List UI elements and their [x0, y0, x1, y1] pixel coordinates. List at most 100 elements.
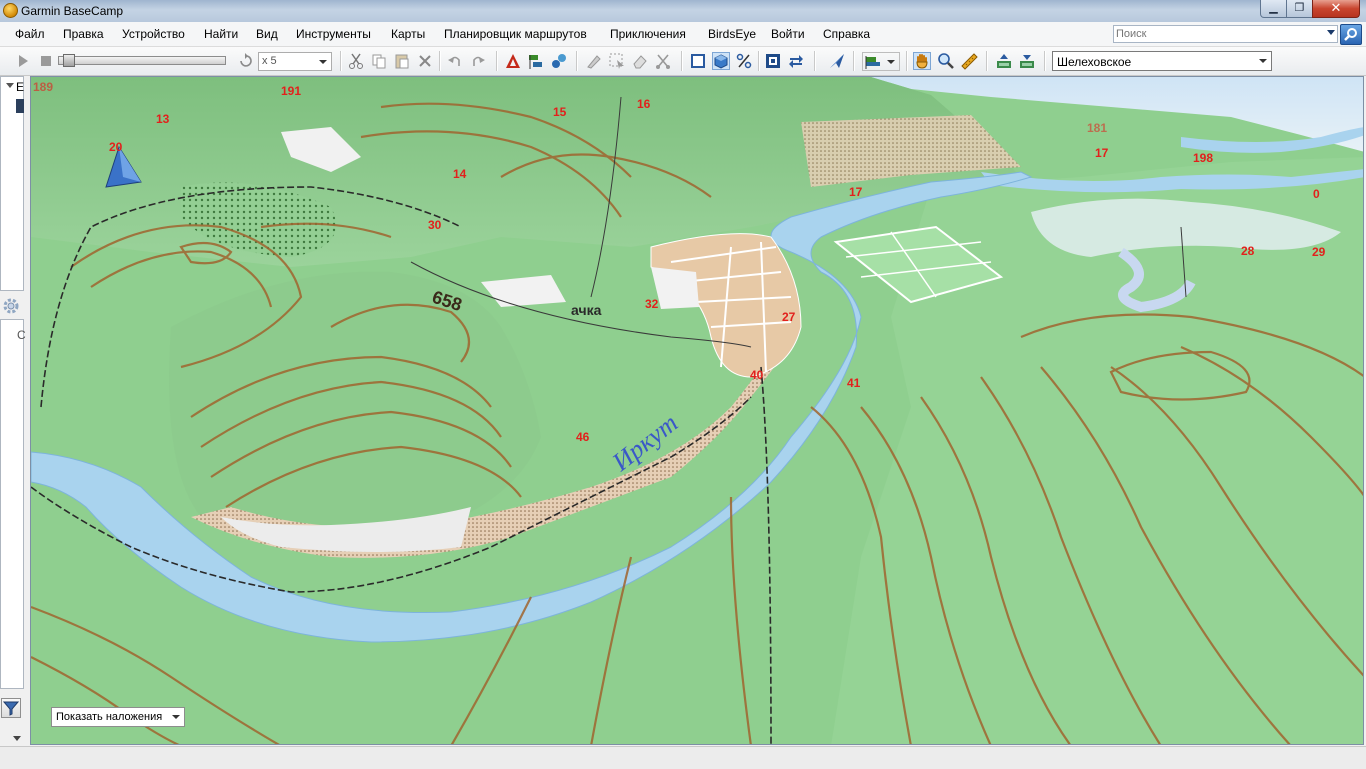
zoom-icon — [938, 53, 954, 69]
menu-edit[interactable]: Правка — [63, 27, 104, 41]
close-button[interactable]: ✕ — [1312, 0, 1360, 18]
menu-device[interactable]: Устройство — [122, 27, 185, 41]
playback-speed-select[interactable]: x 5 — [258, 52, 332, 71]
library-tree-item[interactable]: E — [16, 80, 24, 94]
delete-icon — [419, 55, 431, 67]
toolbar-separator — [906, 51, 908, 71]
chevron-down-icon — [887, 60, 895, 64]
elevation-label: 41 — [847, 376, 861, 390]
map-3d-button[interactable] — [712, 52, 730, 70]
send-button[interactable] — [828, 52, 846, 70]
show-overlays-select[interactable]: Показать наложения — [51, 707, 185, 727]
elevation-label: 181 — [1087, 121, 1107, 135]
basecamp-app-icon[interactable] — [3, 3, 18, 18]
send-device-icon — [1020, 55, 1034, 68]
menu-find[interactable]: Найти — [204, 27, 238, 41]
elevation-label: 189 — [33, 80, 53, 94]
maximize-button[interactable]: ❐ — [1286, 0, 1313, 18]
elevation-label: 28 — [1241, 244, 1255, 258]
copy-button[interactable] — [370, 52, 388, 70]
device-icon — [16, 99, 24, 113]
panel-scroll-down-icon[interactable] — [13, 736, 21, 741]
redo-button[interactable] — [469, 52, 487, 70]
elevation-label: 17 — [1095, 146, 1109, 160]
search-dropdown-icon[interactable] — [1327, 30, 1335, 35]
replay-button[interactable] — [236, 52, 254, 70]
play-button[interactable] — [14, 52, 32, 70]
zoom-tool-button[interactable] — [937, 52, 955, 70]
draw-button[interactable] — [585, 52, 603, 70]
elevation-label: 17 — [849, 185, 863, 199]
send-to-device-button[interactable] — [1018, 52, 1036, 70]
toolbar-separator — [758, 51, 760, 71]
toolbar-separator — [986, 51, 988, 71]
route-tool-icon — [865, 56, 880, 69]
map-product-select[interactable]: Шелеховское — [1052, 51, 1272, 71]
menu-file[interactable]: Файл — [15, 27, 45, 41]
new-waypoint-button[interactable] — [550, 52, 568, 70]
toolbar-separator — [1044, 51, 1046, 71]
measure-icon — [961, 53, 978, 70]
menu-adventures[interactable]: Приключения — [610, 27, 686, 41]
elevation-label: 32 — [645, 297, 659, 311]
playback-slider[interactable] — [58, 56, 226, 65]
menu-tools[interactable]: Инструменты — [296, 27, 371, 41]
map-view[interactable]: 189 191 13 20 15 16 14 30 17 181 17 198 … — [30, 76, 1364, 745]
divide-button[interactable] — [654, 52, 672, 70]
refresh-button[interactable] — [787, 52, 805, 70]
library-tree[interactable]: E — [0, 76, 24, 291]
filter-button[interactable] — [1, 698, 21, 718]
stop-icon — [41, 56, 51, 66]
playback-slider-thumb[interactable] — [63, 54, 76, 67]
play-icon — [19, 55, 28, 67]
toolbar-separator — [814, 51, 816, 71]
erase-button[interactable] — [631, 52, 649, 70]
new-track-icon — [529, 55, 542, 69]
refresh-icon — [789, 55, 803, 68]
undo-icon — [448, 56, 460, 66]
menu-maps[interactable]: Карты — [391, 27, 425, 41]
gear-icon — [3, 298, 19, 314]
close-icon: ✕ — [1330, 0, 1342, 15]
menu-help[interactable]: Справка — [823, 27, 870, 41]
terrain-3d-map[interactable]: 189 191 13 20 15 16 14 30 17 181 17 198 … — [31, 77, 1364, 745]
search-button[interactable] — [1340, 24, 1362, 45]
undo-button[interactable] — [446, 52, 464, 70]
menu-signin[interactable]: Войти — [771, 27, 805, 41]
paste-button[interactable] — [393, 52, 411, 70]
route-tool-dropdown[interactable] — [862, 52, 900, 71]
stop-button[interactable] — [37, 52, 55, 70]
menu-view[interactable]: Вид — [256, 27, 278, 41]
search-icon — [1344, 28, 1357, 41]
minimize-button[interactable]: ▁ — [1260, 0, 1287, 18]
select-button[interactable] — [608, 52, 626, 70]
search-input[interactable] — [1116, 27, 1316, 41]
fit-button[interactable] — [764, 52, 782, 70]
hand-icon — [916, 54, 928, 69]
receive-device-icon — [997, 54, 1011, 68]
hand-tool-button[interactable] — [913, 52, 931, 70]
panel-settings-button[interactable] — [0, 295, 24, 317]
chevron-down-icon — [172, 715, 180, 719]
divide-icon — [656, 54, 670, 69]
new-route-button[interactable] — [504, 52, 522, 70]
filter-icon — [2, 701, 20, 716]
elevation-label: 30 — [428, 218, 442, 232]
map-2d-button[interactable] — [689, 52, 707, 70]
delete-button[interactable] — [416, 52, 434, 70]
toolbar: x 5 Шелеховское — [0, 47, 1366, 76]
cut-button[interactable] — [347, 52, 365, 70]
receive-from-device-button[interactable] — [995, 52, 1013, 70]
elevation-label: 198 — [1193, 151, 1213, 165]
new-track-button[interactable] — [527, 52, 545, 70]
elevation-label: 191 — [281, 84, 301, 98]
fit-icon — [766, 54, 780, 68]
chevron-down-icon — [1259, 59, 1267, 63]
title-bar: Garmin BaseCamp ▁ ❐ ✕ — [0, 0, 1366, 23]
elevation-label: 16 — [637, 97, 651, 111]
menu-route-planner[interactable]: Планировщик маршрутов — [444, 27, 587, 41]
tree-expand-icon[interactable] — [6, 83, 14, 88]
menu-birdseye[interactable]: BirdsEye — [708, 27, 756, 41]
percent-button[interactable] — [735, 52, 753, 70]
measure-tool-button[interactable] — [960, 52, 978, 70]
